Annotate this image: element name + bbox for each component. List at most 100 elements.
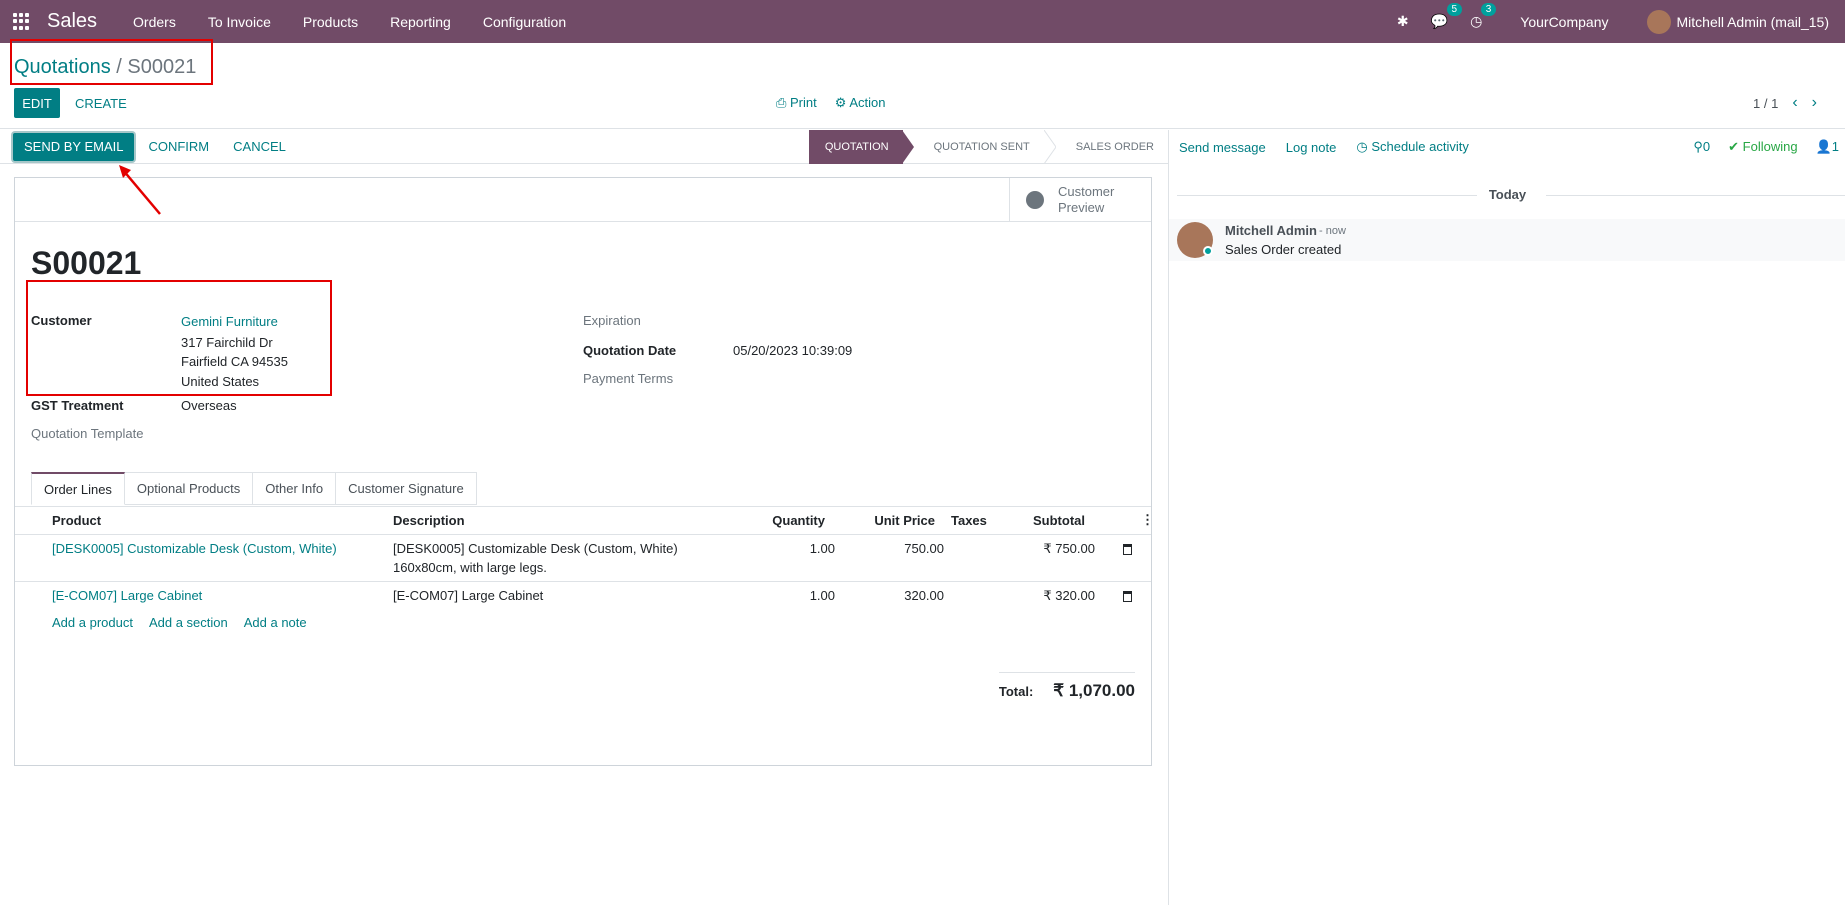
- column-options-icon[interactable]: ⋮: [1141, 512, 1154, 528]
- chatter-message: Mitchell Admin - now Sales Order created: [1169, 219, 1845, 261]
- line-description[interactable]: [DESK0005] Customizable Desk (Custom, Wh…: [393, 541, 678, 556]
- header-taxes[interactable]: Taxes: [951, 513, 987, 528]
- header-product[interactable]: Product: [52, 513, 101, 528]
- clock-icon: ◷: [1356, 139, 1372, 154]
- menu-configuration[interactable]: Configuration: [483, 14, 566, 30]
- send-by-email-button[interactable]: SEND BY EMAIL: [13, 132, 135, 161]
- log-note-button[interactable]: Log note: [1286, 140, 1337, 155]
- trash-icon[interactable]: [1123, 543, 1132, 558]
- apps-grid-icon[interactable]: [13, 12, 31, 31]
- gear-icon: ⚙: [834, 95, 850, 110]
- following-label: Following: [1742, 139, 1798, 154]
- header-description[interactable]: Description: [393, 513, 465, 528]
- line-quantity[interactable]: 1.00: [715, 541, 835, 556]
- stage-quotation[interactable]: QUOTATION: [808, 130, 903, 164]
- message-author[interactable]: Mitchell Admin: [1225, 223, 1317, 238]
- followers-count: 1: [1831, 139, 1839, 154]
- tab-optional-products[interactable]: Optional Products: [124, 472, 254, 505]
- menu-products[interactable]: Products: [303, 14, 358, 30]
- line-description-2: 160x80cm, with large legs.: [393, 560, 547, 575]
- quotation-date-label: Quotation Date: [583, 343, 677, 358]
- followers-button[interactable]: 👤1: [1816, 139, 1839, 155]
- pager-value[interactable]: 1 / 1: [1753, 96, 1778, 111]
- create-button[interactable]: CREATE: [75, 88, 127, 118]
- annotation-box-breadcrumb: [10, 39, 213, 85]
- tab-other-info[interactable]: Other Info: [253, 472, 337, 505]
- control-panel: Quotations / S00021 EDIT CREATE ⎙ Print …: [0, 43, 1845, 129]
- stage-arrow: [901, 130, 914, 164]
- line-quantity[interactable]: 1.00: [715, 588, 835, 603]
- button-box: Customer Preview: [15, 178, 1151, 222]
- stage-pipeline: QUOTATION QUOTATION SENT SALES ORDER: [808, 130, 1168, 164]
- quotation-date-field[interactable]: 05/20/2023 10:39:09: [733, 343, 852, 358]
- user-avatar[interactable]: [1646, 9, 1671, 34]
- send-message-button[interactable]: Send message: [1179, 140, 1266, 155]
- payment-terms-label: Payment Terms: [583, 371, 674, 386]
- line-product[interactable]: [E-COM07] Large Cabinet: [52, 588, 202, 603]
- date-separator: Today: [1169, 187, 1845, 202]
- attachments-button[interactable]: ⚲0: [1693, 139, 1710, 155]
- message-time: - now: [1319, 225, 1346, 237]
- add-note-link[interactable]: Add a note: [244, 615, 307, 630]
- expiration-label: Expiration: [583, 313, 641, 328]
- annotation-box-customer: [26, 280, 332, 396]
- action-menu[interactable]: ⚙ Action: [835, 95, 886, 111]
- activities-badge: 3: [1480, 3, 1497, 16]
- menu-reporting[interactable]: Reporting: [390, 14, 451, 30]
- line-subtotal: ₹ 750.00: [1043, 541, 1095, 556]
- table-header: Product Description Quantity Unit Price …: [15, 507, 1154, 534]
- total-value: ₹ 1,070.00: [1053, 681, 1135, 700]
- chevron-right-icon[interactable]: ›: [1812, 94, 1817, 112]
- customer-preview-button[interactable]: Customer Preview: [1009, 178, 1151, 222]
- trash-icon[interactable]: [1123, 590, 1132, 605]
- top-navbar: Sales Orders To Invoice Products Reporti…: [0, 0, 1845, 43]
- following-button[interactable]: ✔ Following: [1728, 139, 1797, 155]
- activity-clock-icon[interactable]: ◷ 3: [1470, 3, 1497, 30]
- line-unit-price[interactable]: 750.00: [845, 541, 944, 556]
- table-row[interactable]: [DESK0005] Customizable Desk (Custom, Wh…: [15, 534, 1151, 581]
- message-body: Sales Order created: [1225, 242, 1342, 257]
- line-subtotal: ₹ 320.00: [1043, 588, 1095, 603]
- tab-customer-signature[interactable]: Customer Signature: [336, 472, 477, 505]
- line-unit-price[interactable]: 320.00: [845, 588, 944, 603]
- header-unit-price[interactable]: Unit Price: [835, 513, 935, 528]
- add-section-link[interactable]: Add a section: [149, 615, 228, 630]
- line-product[interactable]: [DESK0005] Customizable Desk (Custom, Wh…: [52, 541, 337, 556]
- user-menu[interactable]: Mitchell Admin (mail_15): [1677, 14, 1830, 30]
- add-line-links: Add a product Add a section Add a note: [52, 615, 307, 630]
- bug-icon[interactable]: ✱: [1397, 13, 1409, 30]
- confirm-button[interactable]: CONFIRM: [138, 133, 219, 161]
- annotation-arrow: [119, 165, 161, 215]
- edit-button[interactable]: EDIT: [14, 88, 60, 118]
- stage-quotation-sent[interactable]: QUOTATION SENT: [914, 130, 1044, 164]
- app-brand[interactable]: Sales: [47, 10, 97, 33]
- schedule-activity-button[interactable]: ◷ Schedule activity: [1356, 139, 1469, 155]
- form-sheet: Customer Preview S00021 Customer Gemini …: [14, 177, 1154, 766]
- chevron-left-icon[interactable]: ‹: [1792, 94, 1797, 112]
- stage-sales-order[interactable]: SALES ORDER: [1056, 130, 1168, 164]
- header-quantity[interactable]: Quantity: [715, 513, 825, 528]
- gst-treatment-field[interactable]: Overseas: [181, 398, 237, 413]
- line-description[interactable]: [E-COM07] Large Cabinet: [393, 588, 543, 603]
- chatter-panel: Send message Log note ◷ Schedule activit…: [1168, 130, 1845, 905]
- add-product-link[interactable]: Add a product: [52, 615, 133, 630]
- tab-order-lines[interactable]: Order Lines: [31, 472, 125, 505]
- company-switcher[interactable]: YourCompany: [1520, 14, 1608, 30]
- messages-icon[interactable]: 💬 5: [1431, 3, 1463, 30]
- header-subtotal[interactable]: Subtotal: [995, 513, 1085, 528]
- table-row[interactable]: [E-COM07] Large Cabinet [E-COM07] Large …: [15, 581, 1151, 608]
- total-block: Total: ₹ 1,070.00: [998, 672, 1135, 701]
- notebook-tabs: Order Lines Optional Products Other Info…: [31, 472, 477, 505]
- paperclip-icon: ⚲: [1693, 139, 1703, 154]
- cancel-button[interactable]: CANCEL: [223, 133, 296, 161]
- menu-to-invoice[interactable]: To Invoice: [208, 14, 271, 30]
- print-menu[interactable]: ⎙ Print: [776, 95, 817, 111]
- print-icon: ⎙: [776, 95, 791, 110]
- action-label: Action: [849, 95, 886, 110]
- order-lines-table: Product Description Quantity Unit Price …: [15, 506, 1154, 608]
- quotation-template-label: Quotation Template: [31, 426, 144, 441]
- menu-orders[interactable]: Orders: [133, 14, 176, 30]
- check-icon: ✔: [1728, 139, 1743, 154]
- stage-arrow: [1043, 130, 1056, 164]
- globe-icon: [1026, 191, 1044, 209]
